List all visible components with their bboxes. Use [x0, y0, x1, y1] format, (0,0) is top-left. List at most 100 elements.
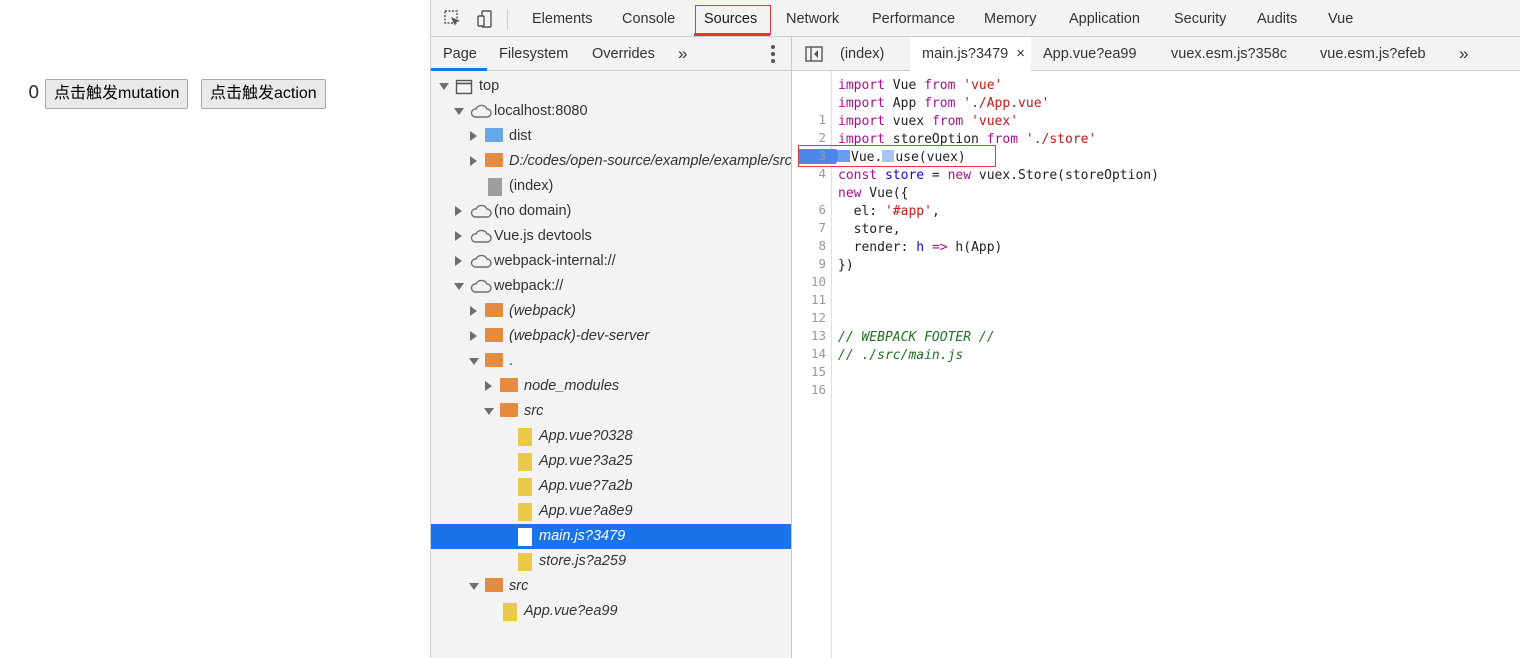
tree-item[interactable]: App.vue?0328 [431, 424, 791, 449]
subtab-page[interactable]: Page [443, 37, 477, 70]
tree-item-label: src [509, 578, 529, 594]
close-tab-icon[interactable]: × [1016, 45, 1025, 62]
expand-right-icon[interactable] [455, 256, 462, 266]
expand-right-icon[interactable] [485, 381, 492, 391]
file-yellow-icon [518, 453, 532, 471]
frame-icon [455, 79, 473, 95]
expand-right-icon[interactable] [455, 206, 462, 216]
tree-item[interactable]: D:/codes/open-source/example/example/src [431, 149, 791, 174]
tree-item[interactable]: Vue.js devtools [431, 224, 791, 249]
subtab-filesystem[interactable]: Filesystem [499, 37, 568, 70]
editor-tab-index[interactable]: (index) [840, 37, 884, 70]
more-editor-tabs-icon[interactable]: » [1459, 37, 1468, 70]
devtools-panel: Elements Console Sources Network Perform… [430, 0, 1520, 658]
tree-item-label: App.vue?ea99 [524, 603, 618, 619]
inspect-element-icon[interactable] [444, 10, 462, 28]
line-number[interactable]: 12 [792, 309, 826, 327]
tree-item-label: (webpack) [509, 303, 576, 319]
line-number[interactable]: 16 [792, 381, 826, 399]
line-number[interactable]: 11 [792, 291, 826, 309]
editor-tab-vuex-esm[interactable]: vuex.esm.js?358c [1171, 37, 1287, 70]
expand-right-icon[interactable] [470, 306, 477, 316]
tab-audits[interactable]: Audits [1257, 0, 1297, 36]
line-number[interactable]: 15 [792, 363, 826, 381]
line-number[interactable]: 13 [792, 327, 826, 345]
tree-item-label: top [479, 78, 500, 94]
file-yellow-icon [518, 553, 532, 571]
tree-item[interactable]: src [431, 399, 791, 424]
expand-down-icon[interactable] [454, 108, 464, 115]
tab-performance[interactable]: Performance [872, 0, 955, 36]
folder-orange-icon [500, 403, 518, 417]
toggle-navigator-icon[interactable] [805, 46, 823, 62]
line-number[interactable]: 7 [792, 219, 826, 237]
file-white-icon [518, 528, 532, 546]
tree-item[interactable]: main.js?3479 [431, 524, 791, 549]
line-number[interactable]: 5 [792, 183, 826, 201]
editor-tab-app-vue[interactable]: App.vue?ea99 [1043, 37, 1137, 70]
subtab-overrides[interactable]: Overrides [592, 37, 655, 70]
tree-item-label: Vue.js devtools [494, 228, 592, 244]
tab-elements[interactable]: Elements [532, 0, 592, 36]
counter-value: 0 [28, 82, 40, 103]
folder-orange-icon [485, 328, 503, 342]
expand-right-icon[interactable] [470, 156, 477, 166]
tree-item[interactable]: (no domain) [431, 199, 791, 224]
line-number[interactable]: 1 [792, 111, 826, 129]
folder-orange-icon [485, 353, 503, 367]
tree-item[interactable]: localhost:8080 [431, 99, 791, 124]
tree-item[interactable]: node_modules [431, 374, 791, 399]
tab-console[interactable]: Console [622, 0, 675, 36]
code-line-6: const store = new vuex.Store(storeOption… [838, 168, 1159, 183]
expand-down-icon[interactable] [484, 408, 494, 415]
more-subtabs-icon[interactable]: » [678, 37, 687, 70]
expand-down-icon[interactable] [439, 83, 449, 90]
line-number[interactable]: 4 [792, 165, 826, 183]
tree-item[interactable]: store.js?a259 [431, 549, 791, 574]
tree-item[interactable]: App.vue?7a2b [431, 474, 791, 499]
tree-item[interactable]: (index) [431, 174, 791, 199]
line-number[interactable]: 9 [792, 255, 826, 273]
tree-item[interactable]: top [431, 74, 791, 99]
expand-right-icon[interactable] [455, 231, 462, 241]
line-number[interactable]: 6 [792, 201, 826, 219]
mutation-button[interactable]: 点击触发mutation [45, 79, 189, 109]
cloud-icon [470, 229, 492, 243]
line-number[interactable]: 8 [792, 237, 826, 255]
tree-item[interactable]: App.vue?a8e9 [431, 499, 791, 524]
tab-vue[interactable]: Vue [1328, 0, 1353, 36]
tree-item[interactable]: src [431, 574, 791, 599]
tree-item-label: webpack-internal:// [494, 253, 616, 269]
app-page: 0 点击触发mutation 点击触发action [0, 0, 430, 658]
more-options-icon[interactable] [771, 45, 775, 63]
line-5-highlight [798, 145, 996, 167]
line-number[interactable]: 14 [792, 345, 826, 363]
tree-item[interactable]: (webpack)-dev-server [431, 324, 791, 349]
tree-item-label: App.vue?7a2b [539, 478, 633, 494]
expand-right-icon[interactable] [470, 331, 477, 341]
tree-item[interactable]: webpack-internal:// [431, 249, 791, 274]
tab-application[interactable]: Application [1069, 0, 1140, 36]
tab-memory[interactable]: Memory [984, 0, 1036, 36]
expand-down-icon[interactable] [469, 358, 479, 365]
tree-item-label: node_modules [524, 378, 620, 394]
tab-security[interactable]: Security [1174, 0, 1226, 36]
action-button[interactable]: 点击触发action [201, 79, 326, 109]
tree-item[interactable]: . [431, 349, 791, 374]
line-number[interactable]: 10 [792, 273, 826, 291]
navigator-subtabs: Page Filesystem Overrides » [431, 37, 791, 71]
tree-item[interactable]: (webpack) [431, 299, 791, 324]
editor-tab-label: main.js?3479 [922, 46, 1009, 62]
editor-tab-vue-esm[interactable]: vue.esm.js?efeb [1320, 37, 1426, 70]
device-toolbar-icon[interactable] [477, 10, 495, 28]
tree-item[interactable]: dist [431, 124, 791, 149]
expand-down-icon[interactable] [454, 283, 464, 290]
editor-tab-main-js[interactable]: main.js?3479 × [910, 37, 1032, 71]
file-yellow-icon [518, 503, 532, 521]
tree-item[interactable]: App.vue?ea99 [431, 599, 791, 624]
tree-item[interactable]: webpack:// [431, 274, 791, 299]
tree-item[interactable]: App.vue?3a25 [431, 449, 791, 474]
expand-right-icon[interactable] [470, 131, 477, 141]
tab-network[interactable]: Network [786, 0, 839, 36]
expand-down-icon[interactable] [469, 583, 479, 590]
